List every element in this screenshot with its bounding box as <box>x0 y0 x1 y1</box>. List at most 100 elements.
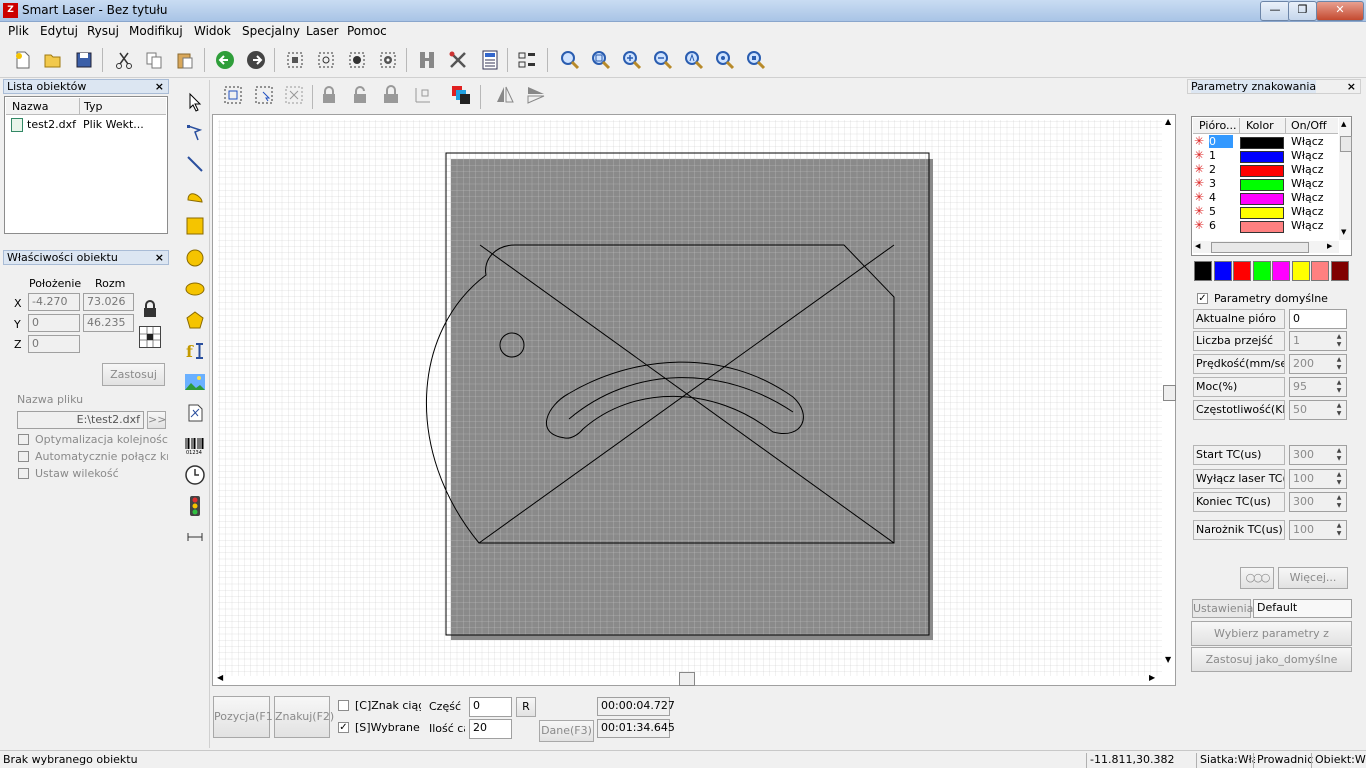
ungroup-icon[interactable] <box>312 46 340 74</box>
spin-arrows-icon[interactable]: ▲ ▼ <box>1333 494 1345 510</box>
zoom-objects-icon[interactable] <box>711 46 739 74</box>
group-icon[interactable] <box>281 46 309 74</box>
anchor-point-icon[interactable] <box>139 326 161 348</box>
col-nazwa[interactable]: Nazwa <box>12 100 48 113</box>
vertical-scroll-thumb[interactable] <box>1163 385 1176 401</box>
param-value-field[interactable]: 100 ▲ ▼ <box>1289 469 1347 489</box>
part-field[interactable]: 0 <box>469 697 512 717</box>
close-button[interactable]: ✕ <box>1316 1 1364 21</box>
menu-modifikuj[interactable]: Modifikuj <box>129 24 183 38</box>
settings-tab[interactable]: Ustawienia <box>1192 599 1253 618</box>
calculator-icon[interactable] <box>476 46 504 74</box>
spin-arrows-icon[interactable]: ▲ ▼ <box>1333 402 1345 418</box>
ellipse-tool-icon[interactable] <box>182 276 208 302</box>
open-file-icon[interactable] <box>38 46 66 74</box>
object-snap-status[interactable]: Obiekt:Wł <box>1311 753 1366 768</box>
pen-row[interactable]: ✳ 4 Włącz <box>1194 191 1342 205</box>
param-value-field[interactable]: 0 <box>1289 309 1347 329</box>
x-position-field[interactable]: -4.270 <box>28 293 80 311</box>
select-inside-icon[interactable] <box>250 81 278 109</box>
pen-row[interactable]: ✳ 0 Włącz <box>1194 135 1342 149</box>
mirror-horizontal-icon[interactable] <box>491 81 519 109</box>
lock-ratio-icon[interactable] <box>139 298 161 320</box>
z-position-field[interactable]: 0 <box>28 335 80 353</box>
param-value-field[interactable]: 200 ▲ ▼ <box>1289 354 1347 374</box>
barcode-tool-icon[interactable]: 01234 <box>182 432 208 458</box>
palette-swatch[interactable] <box>1194 261 1212 281</box>
node-edit-tool-icon[interactable] <box>182 120 208 146</box>
chain-button[interactable]: ○○○ <box>1240 567 1274 589</box>
curve-tool-icon[interactable] <box>182 182 208 208</box>
palette-swatch[interactable] <box>1252 261 1271 281</box>
param-value-field[interactable]: 95 ▲ ▼ <box>1289 377 1347 397</box>
apply-as-default-button[interactable]: Zastosuj jako_domyślne <box>1191 647 1352 672</box>
selected-checkbox[interactable]: ✓ <box>338 722 349 733</box>
zoom-selected-icon[interactable] <box>742 46 770 74</box>
split-icon[interactable] <box>374 46 402 74</box>
param-value-field[interactable]: 50 ▲ ▼ <box>1289 400 1347 420</box>
menu-widok[interactable]: Widok <box>194 24 231 38</box>
menu-plik[interactable]: Plik <box>8 24 29 38</box>
reset-button[interactable]: R <box>516 697 536 717</box>
dimension-tool-icon[interactable] <box>182 524 208 550</box>
zoom-all-icon[interactable] <box>680 46 708 74</box>
param-value-field[interactable]: 300 ▲ ▼ <box>1289 492 1347 512</box>
menu-specjalny[interactable]: Specjalny <box>242 24 300 38</box>
spin-arrows-icon[interactable]: ▲ ▼ <box>1333 356 1345 372</box>
grid-status[interactable]: Siatka:Włą <box>1196 753 1255 768</box>
default-params-checkbox[interactable]: ✓ <box>1197 293 1208 304</box>
browse-button[interactable]: >> <box>147 411 166 429</box>
palette-swatch[interactable] <box>1272 261 1290 281</box>
horizontal-scrollbar[interactable]: ◀ ▶ <box>213 671 1163 686</box>
palette-swatch[interactable] <box>1233 261 1251 281</box>
choose-from-library-button[interactable]: Wybierz parametry z biblioteki <box>1191 621 1352 663</box>
new-file-icon[interactable] <box>8 46 36 74</box>
select-grid-icon[interactable] <box>280 81 308 109</box>
param-value-field[interactable]: 300 ▲ ▼ <box>1289 445 1347 465</box>
palette-swatch[interactable] <box>1291 261 1310 281</box>
spin-arrows-icon[interactable]: ▲ ▼ <box>1333 379 1345 395</box>
traffic-light-icon[interactable] <box>182 493 208 519</box>
line-tool-icon[interactable] <box>182 151 208 177</box>
zoom-out-icon[interactable] <box>649 46 677 74</box>
zoom-in-icon[interactable] <box>618 46 646 74</box>
quantity-field[interactable]: 20 <box>469 719 512 739</box>
param-value-field[interactable]: 100 ▲ ▼ <box>1289 520 1347 540</box>
data-button[interactable]: Dane(F3) <box>539 720 594 742</box>
palette-swatch[interactable] <box>1311 261 1329 281</box>
col-pen[interactable]: Pióro... <box>1199 119 1237 132</box>
pen-row[interactable]: ✳ 3 Włącz <box>1194 177 1342 191</box>
y-position-field[interactable]: 0 <box>28 314 80 332</box>
bitmap-tool-icon[interactable] <box>182 369 208 395</box>
paste-icon[interactable] <box>171 46 199 74</box>
pen-list-hscroll[interactable]: ◀ ▶ <box>1193 241 1339 253</box>
menu-rysuj[interactable]: Rysuj <box>87 24 119 38</box>
zoom-window-icon[interactable] <box>587 46 615 74</box>
y-size-field[interactable]: 46.235 <box>83 314 134 332</box>
select-tool-icon[interactable] <box>182 89 208 115</box>
palette-swatch[interactable] <box>1213 261 1232 281</box>
rectangle-tool-icon[interactable] <box>182 213 208 239</box>
pen-row[interactable]: ✳ 5 Włącz <box>1194 205 1342 219</box>
param-value-field[interactable]: 1 ▲ ▼ <box>1289 331 1347 351</box>
col-color[interactable]: Kolor <box>1246 119 1274 132</box>
position-button[interactable]: Pozycja(F1 <box>213 696 273 738</box>
objects-list[interactable]: Nazwa Typ test2.dxf Plik Wekt... <box>4 96 168 234</box>
unlock-icon[interactable] <box>346 81 374 109</box>
apply-button[interactable]: Zastosuj <box>102 363 165 386</box>
horizontal-scroll-thumb[interactable] <box>679 672 695 686</box>
drawing-canvas[interactable]: ▲ ▼ ◀ ▶ <box>212 114 1176 686</box>
clock-tool-icon[interactable] <box>182 462 208 488</box>
spin-arrows-icon[interactable]: ▲ ▼ <box>1333 471 1345 487</box>
circle-tool-icon[interactable] <box>182 245 208 271</box>
guide-status[interactable]: Prowadnic <box>1253 753 1313 768</box>
mark-button[interactable]: Znakuj(F2) <box>274 696 334 738</box>
col-typ[interactable]: Typ <box>84 100 103 113</box>
move-origin-icon[interactable] <box>409 81 437 109</box>
file-name-field[interactable]: E:\test2.dxf <box>17 411 144 429</box>
spin-arrows-icon[interactable]: ▲ ▼ <box>1333 447 1345 463</box>
pen-row[interactable]: ✳ 6 Włącz <box>1194 219 1342 233</box>
menu-pomoc[interactable]: Pomoc <box>347 24 387 38</box>
continuous-mark-checkbox[interactable] <box>338 700 349 711</box>
spin-arrows-icon[interactable]: ▲ ▼ <box>1333 333 1345 349</box>
